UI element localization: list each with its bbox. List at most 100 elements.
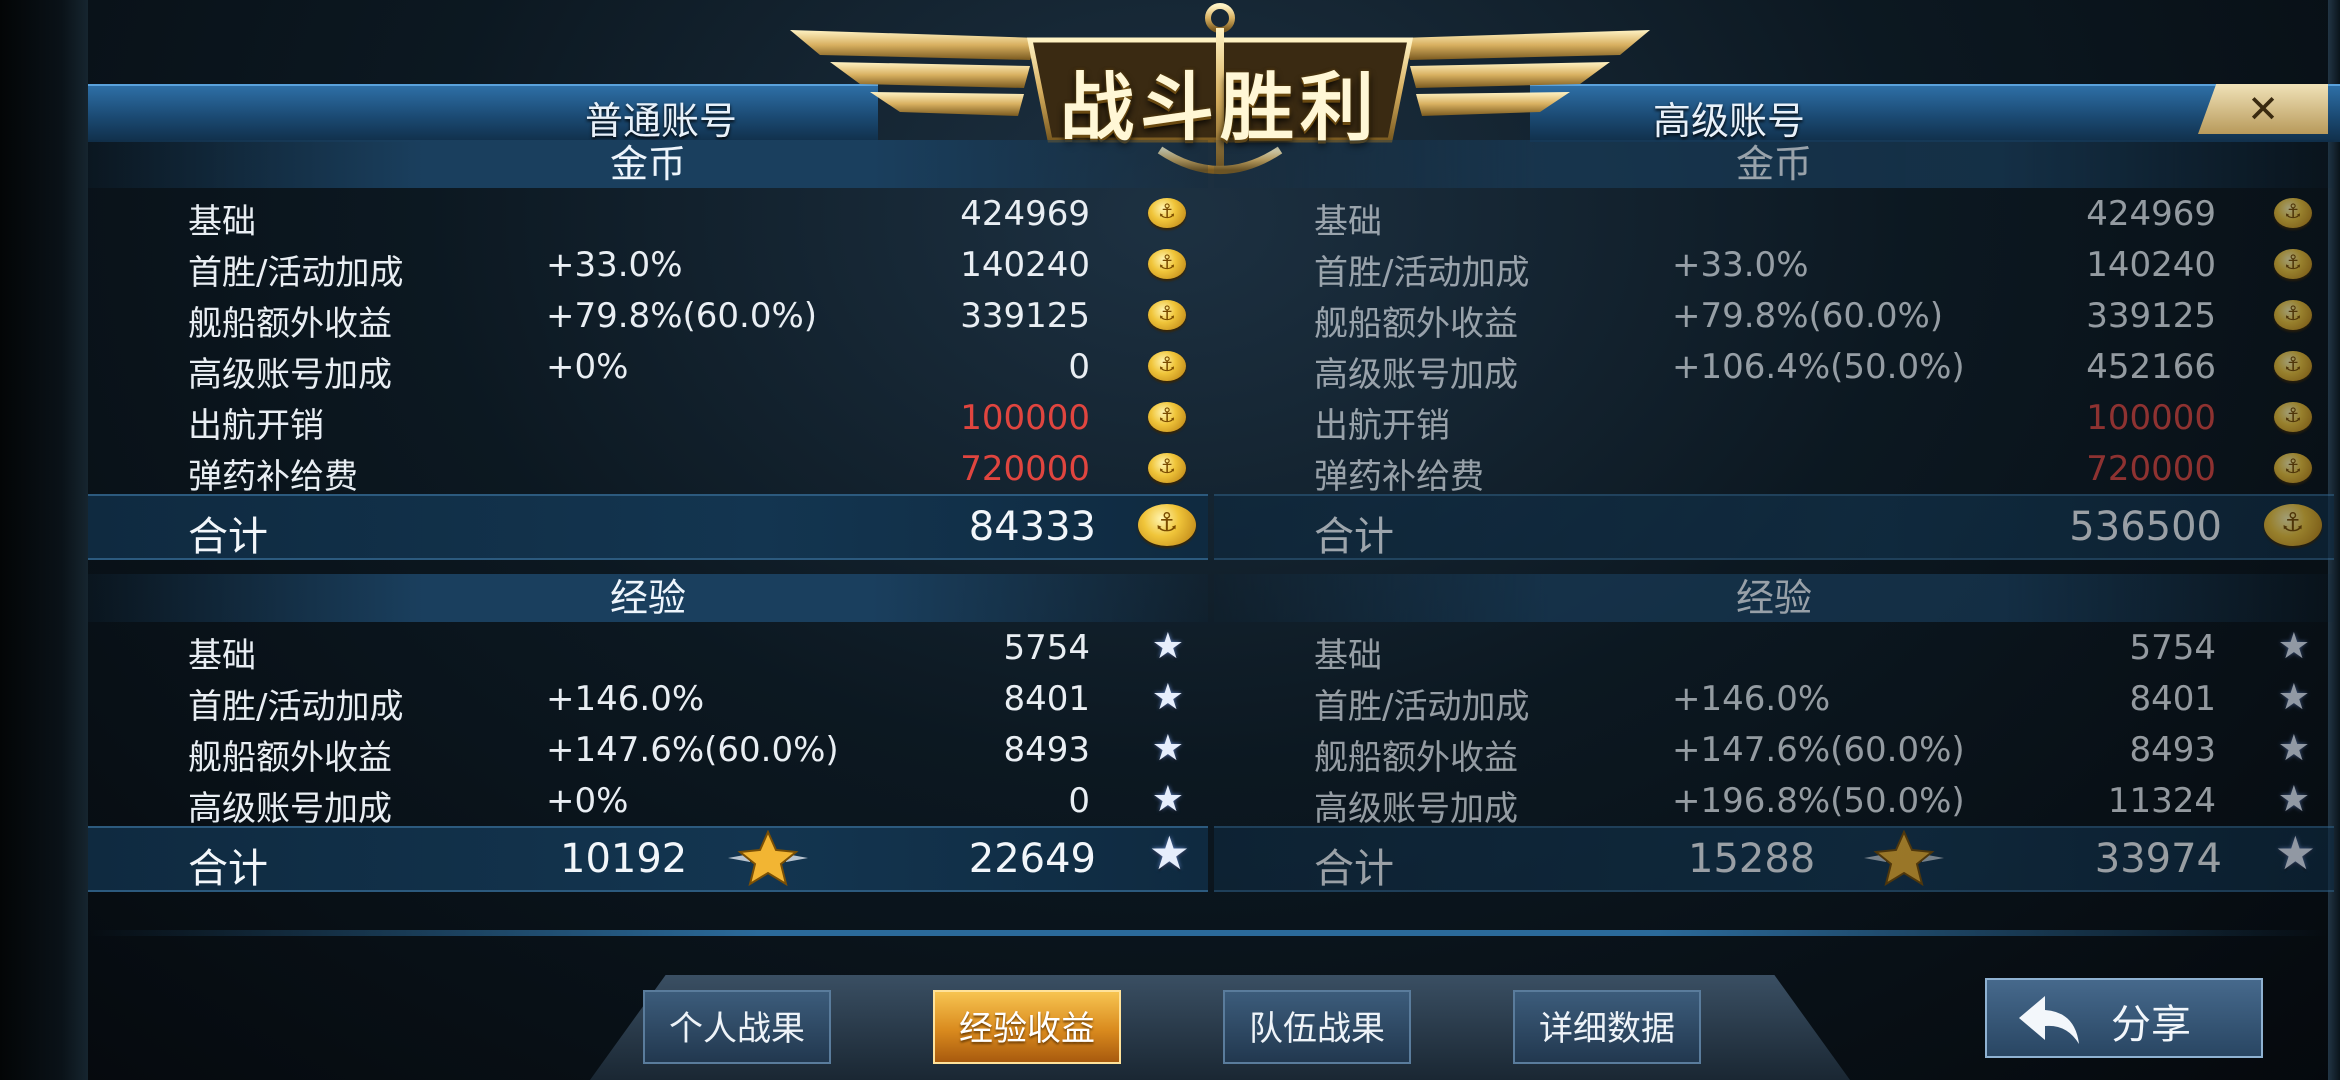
exp-star-icon: ★: [2277, 677, 2310, 718]
exp-star-icon: ★: [2277, 779, 2310, 820]
row-value-negative: 720000: [2086, 449, 2216, 489]
row-pct: +147.6%(60.0%): [1672, 730, 1965, 770]
row-value: 5754: [1003, 628, 1090, 668]
exp-star-icon: ★: [1151, 677, 1184, 718]
gold-row-base: 基础 424969: [1214, 188, 2334, 242]
gold-coin-stack-icon: [2264, 504, 2322, 546]
share-arrow-icon: [2019, 996, 2079, 1044]
gold-total-row: 合计 536500: [1214, 494, 2334, 560]
exp-row-first-win: 首胜/活动加成 +146.0% 8401 ★: [1214, 673, 2334, 727]
row-label: 弹药补给费: [188, 457, 358, 497]
victory-title: 战斗胜利: [1060, 65, 1380, 151]
gold-coin-icon: [2274, 300, 2312, 330]
gold-section-header: 金币: [1214, 140, 2334, 188]
gold-coin-icon: [1148, 249, 1186, 279]
row-label: 首胜/活动加成: [1314, 253, 1530, 293]
exp-row-ship-bonus: 舰船额外收益 +147.6%(60.0%) 8493 ★: [88, 724, 1208, 778]
gold-row-first-win: 首胜/活动加成 +33.0% 140240: [88, 239, 1208, 293]
row-value: 11324: [2107, 781, 2216, 821]
gold-section-header: 金币: [88, 140, 1208, 188]
gold-rows: 基础 424969 首胜/活动加成 +33.0% 140240 舰船额外收益 +…: [1214, 188, 2334, 497]
premium-account-title: 高级账号: [1653, 99, 1806, 143]
exp-row-base: 基础 5754 ★: [1214, 622, 2334, 676]
exp-row-first-win: 首胜/活动加成 +146.0% 8401 ★: [88, 673, 1208, 727]
row-label: 舰船额外收益: [1314, 738, 1518, 778]
gold-coin-icon: [2274, 249, 2312, 279]
commander-exp-value: 10192: [560, 836, 688, 882]
row-value: 8493: [2129, 730, 2216, 770]
row-label: 高级账号加成: [188, 789, 392, 829]
row-label: 舰船额外收益: [188, 738, 392, 778]
row-label: 首胜/活动加成: [188, 253, 404, 293]
row-label: 高级账号加成: [188, 355, 392, 395]
row-pct: +146.0%: [546, 679, 705, 719]
gold-coin-icon: [2274, 198, 2312, 228]
row-label: 高级账号加成: [1314, 789, 1518, 829]
gold-total-row: 合计 84333: [88, 494, 1208, 560]
gold-total-value: 536500: [2069, 504, 2222, 550]
total-label: 合计: [1314, 846, 1394, 892]
gold-row-ammo-cost: 弹药补给费 720000: [88, 443, 1208, 497]
row-pct: +79.8%(60.0%): [546, 296, 818, 336]
row-value: 5754: [2129, 628, 2216, 668]
gold-rows: 基础 424969 首胜/活动加成 +33.0% 140240 舰船额外收益 +…: [88, 188, 1208, 497]
row-label: 基础: [188, 202, 256, 242]
row-label: 基础: [1314, 636, 1382, 676]
row-label: 出航开销: [188, 406, 324, 446]
row-value: 140240: [2086, 245, 2216, 285]
gold-coin-icon: [1148, 198, 1186, 228]
row-value: 452166: [2086, 347, 2216, 387]
tab-exp-rewards[interactable]: 经验收益: [933, 990, 1121, 1064]
share-label: 分享: [2111, 1002, 2191, 1048]
row-pct: +33.0%: [546, 245, 683, 285]
exp-star-big-icon: ★: [1148, 826, 1190, 880]
row-value: 0: [1068, 347, 1090, 387]
share-button[interactable]: 分享: [1985, 978, 2263, 1058]
normal-account-title: 普通账号: [585, 99, 738, 143]
gold-row-ship-bonus: 舰船额外收益 +79.8%(60.0%) 339125: [88, 290, 1208, 344]
gold-row-sortie-cost: 出航开销 100000: [1214, 392, 2334, 446]
row-label: 基础: [1314, 202, 1382, 242]
row-value: 424969: [960, 194, 1090, 234]
row-label: 首胜/活动加成: [1314, 687, 1530, 727]
total-label: 合计: [1314, 514, 1394, 560]
row-pct: +0%: [546, 347, 629, 387]
row-pct: +33.0%: [1672, 245, 1809, 285]
left-edge-decoration: [0, 0, 88, 1080]
row-label: 舰船额外收益: [188, 304, 392, 344]
total-label: 合计: [188, 514, 268, 560]
exp-star-icon: ★: [1151, 626, 1184, 667]
gold-coin-icon: [1148, 402, 1186, 432]
row-value-negative: 720000: [960, 449, 1090, 489]
tab-team-results[interactable]: 队伍战果: [1223, 990, 1411, 1064]
total-label: 合计: [188, 846, 268, 892]
gold-coin-icon: [1148, 300, 1186, 330]
gold-coin-stack-icon: [1138, 504, 1196, 546]
gold-row-ammo-cost: 弹药补给费 720000: [1214, 443, 2334, 497]
exp-row-premium-bonus: 高级账号加成 +196.8%(50.0%) 11324 ★: [1214, 775, 2334, 829]
row-pct: +106.4%(50.0%): [1672, 347, 1965, 387]
exp-star-icon: ★: [2277, 728, 2310, 769]
commander-star-icon: [1864, 830, 1944, 886]
row-pct: +0%: [546, 781, 629, 821]
exp-total-value: 33974: [2094, 836, 2222, 882]
row-pct: +196.8%(50.0%): [1672, 781, 1965, 821]
row-pct: +79.8%(60.0%): [1672, 296, 1944, 336]
exp-row-ship-bonus: 舰船额外收益 +147.6%(60.0%) 8493 ★: [1214, 724, 2334, 778]
tab-personal-results[interactable]: 个人战果: [643, 990, 831, 1064]
gold-coin-icon: [2274, 402, 2312, 432]
exp-rows: 基础 5754 ★ 首胜/活动加成 +146.0% 8401 ★ 舰船额外收益 …: [1214, 622, 2334, 829]
gold-row-premium-bonus: 高级账号加成 +0% 0: [88, 341, 1208, 395]
close-button[interactable]: ✕: [2198, 84, 2328, 134]
close-icon: ✕: [2247, 87, 2279, 131]
row-label: 出航开销: [1314, 406, 1450, 446]
tab-detailed-data[interactable]: 详细数据: [1513, 990, 1701, 1064]
exp-rows: 基础 5754 ★ 首胜/活动加成 +146.0% 8401 ★ 舰船额外收益 …: [88, 622, 1208, 829]
normal-account-banner: 普通账号: [88, 84, 878, 143]
gold-coin-icon: [1148, 453, 1186, 483]
battle-victory-screen: 普通账号 高级账号 ✕ 战斗胜利 金币 基础 424969 ⚓ 首胜/活动加成 …: [0, 0, 2340, 1080]
premium-account-panel: 金币 基础 424969 首胜/活动加成 +33.0% 140240 舰船额外收…: [1214, 140, 2334, 892]
exp-section-header: 经验: [88, 574, 1208, 622]
row-label: 高级账号加成: [1314, 355, 1518, 395]
row-label: 弹药补给费: [1314, 457, 1484, 497]
